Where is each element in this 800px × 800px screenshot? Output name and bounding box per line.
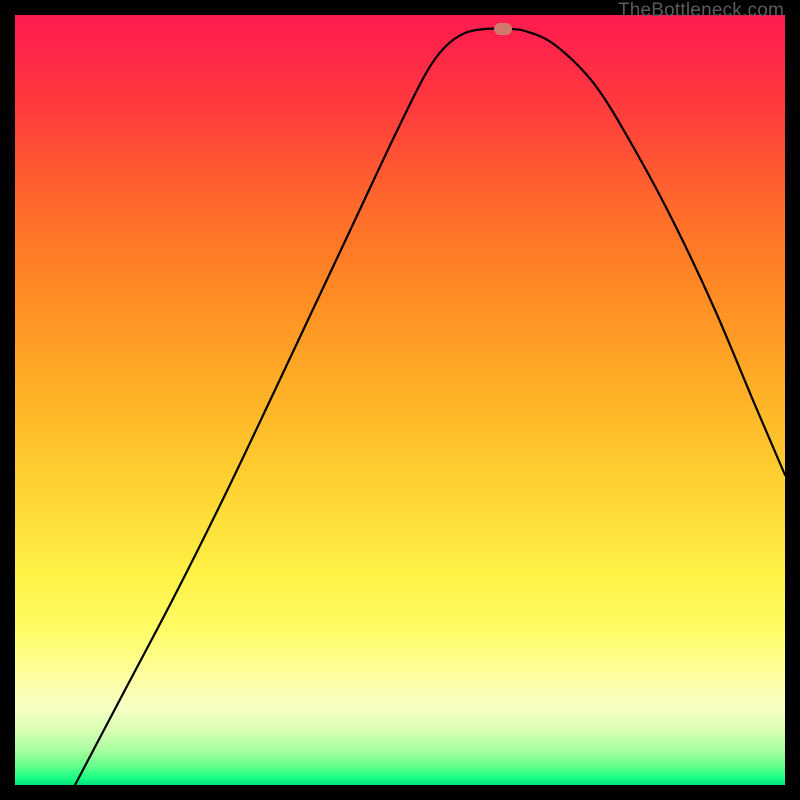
chart-frame: TheBottleneck.com (0, 0, 800, 800)
minimum-marker (494, 23, 512, 35)
plot-area (15, 15, 785, 785)
watermark-text: TheBottleneck.com (618, 0, 784, 22)
bottleneck-curve (15, 15, 785, 785)
